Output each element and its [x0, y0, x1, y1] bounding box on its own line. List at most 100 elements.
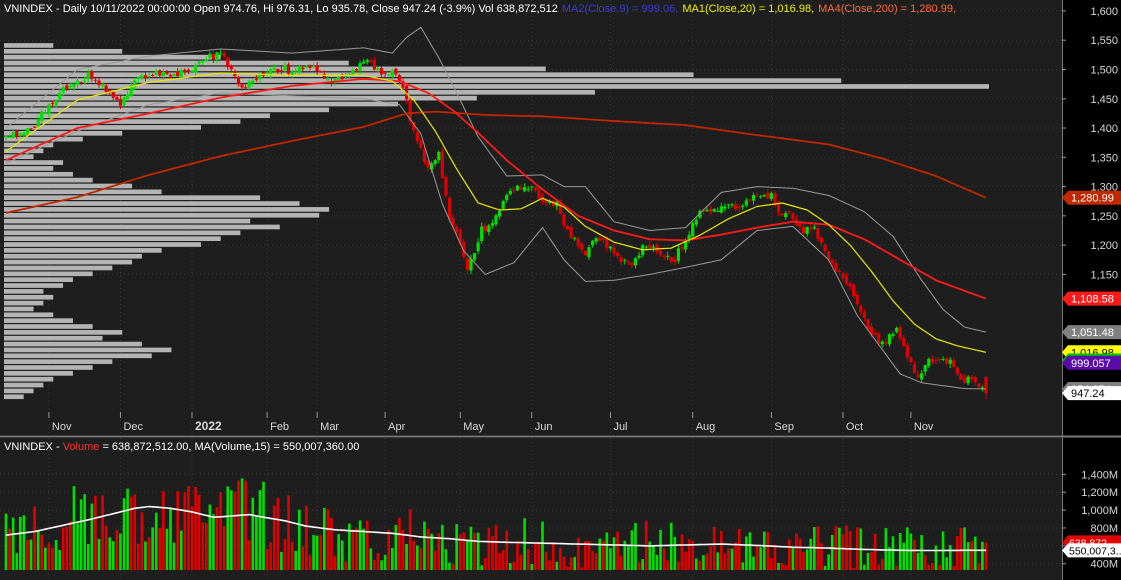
volume-bar	[505, 530, 509, 570]
volume-profile-row	[4, 89, 595, 95]
candle-body	[945, 358, 949, 364]
volume-bar	[795, 533, 798, 570]
candle-body	[369, 60, 373, 63]
volume-bar	[83, 494, 86, 570]
volume-bar	[530, 563, 534, 570]
volume-bar	[169, 509, 172, 570]
volume-bar	[741, 562, 745, 570]
candle-body	[68, 85, 72, 88]
candle-body	[573, 238, 577, 240]
volume-bar	[76, 523, 79, 570]
volume-bar	[419, 548, 423, 570]
volume-bar	[247, 540, 251, 570]
candle-body	[887, 334, 892, 345]
date-tick-label: Nov	[914, 421, 934, 433]
volume-bar	[473, 532, 476, 570]
volume-symbol-label: VNINDEX	[4, 441, 53, 453]
volume-bar	[526, 548, 530, 570]
volume-bar	[966, 542, 970, 570]
candle-body	[791, 213, 795, 220]
volume-bar	[104, 525, 108, 570]
volume-bar	[269, 542, 272, 570]
candle-body	[269, 69, 273, 75]
volume-bar	[516, 541, 519, 570]
candle-body	[898, 327, 902, 339]
volume-bar	[54, 539, 58, 570]
volume-bar	[201, 522, 205, 570]
candle-body	[515, 185, 520, 191]
volume-bar	[423, 521, 426, 570]
volume-bar	[501, 550, 505, 570]
candle-body	[959, 374, 963, 380]
volume-bar	[948, 545, 952, 570]
volume-bar	[963, 527, 966, 570]
candle-body	[594, 238, 598, 242]
volume-bar	[401, 529, 405, 570]
candle-body	[315, 65, 319, 72]
candle-body	[519, 187, 523, 190]
candle-body	[151, 74, 155, 76]
candle-body	[358, 63, 362, 71]
volume-bar	[451, 563, 455, 570]
candle-body	[304, 66, 309, 68]
price-tick-label: 1,500	[1090, 64, 1118, 76]
candle-body	[844, 276, 849, 284]
ma2-legend: MA2(Close,9) = 999.06,	[561, 3, 679, 15]
candle-body	[512, 189, 516, 191]
volume-profile-row	[4, 382, 44, 388]
candle-body	[165, 72, 169, 75]
volume-bar	[33, 506, 36, 570]
volume-profile-row	[4, 160, 64, 165]
volume-bar	[612, 537, 616, 570]
volume-profile-row	[4, 388, 34, 394]
candle-body	[351, 69, 355, 75]
candle-body	[744, 200, 748, 206]
volume-bar	[694, 558, 698, 570]
volume-header: VNINDEX - Volume = 638,872,512.00, MA(Vo…	[4, 441, 359, 454]
volume-bar	[787, 539, 791, 570]
candle-body	[286, 64, 291, 74]
candle-body	[805, 226, 809, 234]
volume-bar	[863, 564, 866, 570]
candle-body	[712, 208, 716, 212]
volume-bar	[426, 528, 430, 570]
volume-bar	[373, 559, 376, 570]
volume-bar	[956, 536, 959, 570]
volume-bar	[784, 565, 788, 570]
date-tick-label: Oct	[846, 421, 863, 433]
volume-bar	[594, 553, 598, 570]
volume-bar	[65, 526, 69, 570]
volume-bar	[766, 531, 770, 570]
volume-bar	[466, 540, 469, 570]
volume-bar	[283, 539, 287, 570]
volume-profile-row	[4, 207, 330, 212]
volume-bar	[129, 496, 133, 570]
candle-body	[483, 225, 487, 232]
volume-bar	[126, 488, 129, 570]
stock-chart[interactable]: 1,1501,2001,2501,3001,3501,4001,4501,500…	[0, 0, 1121, 580]
price-tick-label: 1,600	[1090, 6, 1118, 18]
volume-profile-row	[4, 324, 93, 329]
volume-bar	[576, 537, 580, 570]
volume-bar	[773, 544, 777, 570]
candle-body	[530, 186, 534, 188]
candle-body	[168, 74, 173, 77]
volume-bar	[69, 521, 72, 570]
price-tick-label: 1,400	[1090, 123, 1118, 135]
candle-body	[240, 84, 244, 88]
candle-body	[319, 71, 323, 73]
volume-tick-label: 800M	[1090, 523, 1118, 535]
volume-bar	[86, 543, 90, 570]
candle-body	[780, 213, 784, 216]
volume-bar	[770, 557, 773, 570]
candle-body	[65, 85, 69, 89]
volume-bar	[587, 541, 591, 570]
volume-profile-row	[4, 330, 123, 335]
candle-body	[501, 201, 505, 209]
candle-body	[33, 126, 37, 128]
volume-profile-row	[4, 277, 73, 282]
candle-body	[480, 226, 484, 241]
volume-bar	[902, 542, 906, 570]
volume-profile-row	[4, 341, 142, 347]
price-tick-label: 1,150	[1090, 269, 1118, 281]
